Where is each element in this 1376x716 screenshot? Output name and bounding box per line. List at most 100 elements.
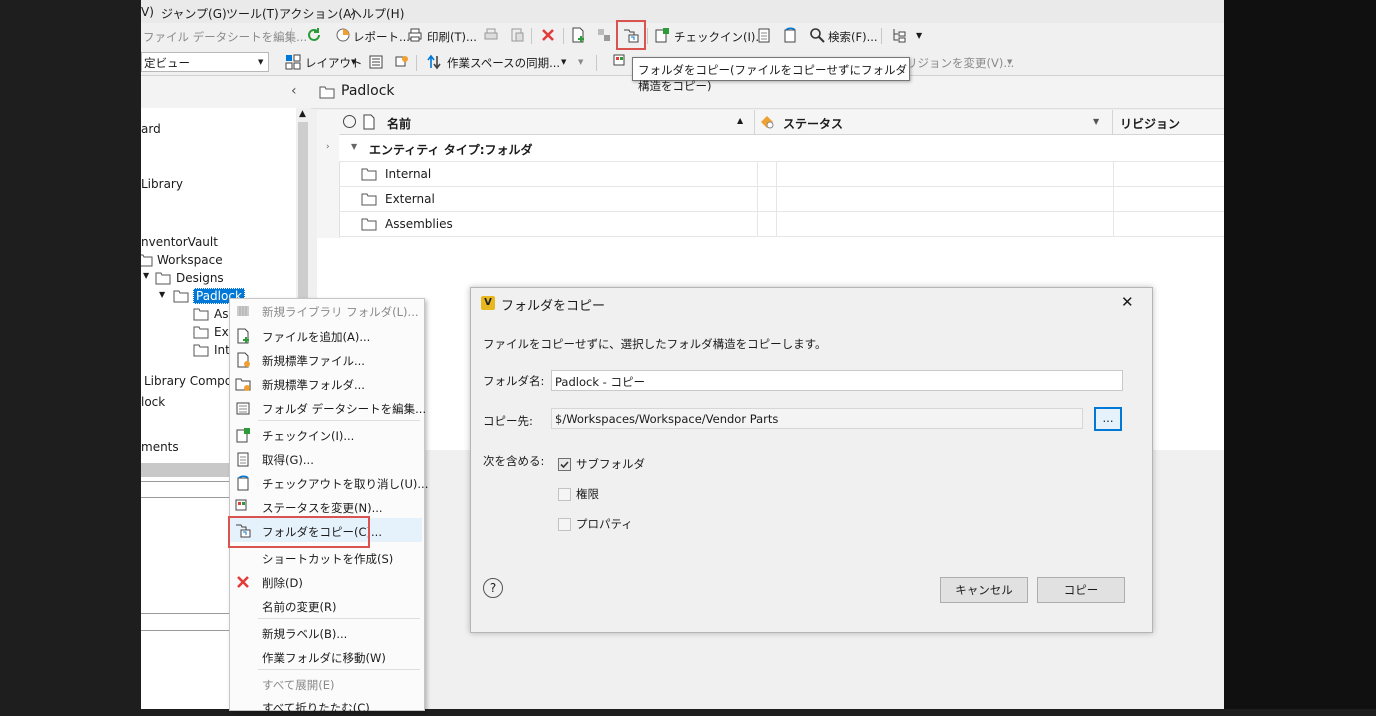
menu-jump[interactable]: ジャンプ(G) [161, 5, 227, 22]
menu-actions[interactable]: アクション(A) [279, 5, 356, 22]
chevron-down-icon[interactable]: ▼ [1007, 58, 1012, 66]
row-name: External [385, 192, 435, 206]
new-file-icon[interactable] [570, 27, 586, 43]
menu-item-undo-checkout[interactable]: チェックアウトを取り消し(U)... [262, 476, 428, 492]
menu-help[interactable]: ヘルプ(H) [350, 5, 404, 22]
column-divider[interactable] [1112, 110, 1113, 134]
menu-item-delete[interactable]: 削除(D) [262, 575, 303, 591]
menu-item-checkin[interactable]: チェックイン(I)... [262, 428, 354, 444]
column-divider [1113, 162, 1114, 237]
tree-item[interactable]: As [214, 307, 228, 321]
tree-icon[interactable] [891, 27, 907, 43]
menu-item-get[interactable]: 取得(G)... [262, 452, 314, 468]
chevron-down-icon[interactable]: ▼ [916, 31, 922, 40]
menu-item-expand-all[interactable]: すべて展開(E) [262, 677, 334, 693]
tree-item[interactable]: ments [141, 440, 179, 454]
menu-item-create-shortcut[interactable]: ショートカットを作成(S) [262, 551, 393, 567]
destination-field[interactable]: $/Workspaces/Workspace/Vendor Parts [551, 408, 1083, 429]
toolbar-separator [416, 55, 417, 71]
tree-item-workspace[interactable]: Workspace [157, 253, 223, 267]
tree-item[interactable]: Library [141, 177, 183, 191]
change-revision-button[interactable]: リジョンを変更(V)... [906, 55, 1014, 71]
delete-icon[interactable] [540, 27, 556, 43]
menu-bar: V) ジャンプ(G) ツール(T) アクション(A) ヘルプ(H) [141, 0, 1224, 24]
tree-item[interactable]: Library Compon [144, 374, 240, 388]
undo-checkout-icon[interactable] [782, 27, 798, 43]
folder-name-input[interactable]: Padlock - コピー [551, 370, 1123, 391]
menu-item-edit-folder-datasheet[interactable]: フォルダ データシートを編集... [262, 401, 426, 417]
sync-workspace-button[interactable]: 作業スペースの同期... [447, 55, 560, 71]
permissions-checkbox[interactable] [558, 488, 571, 501]
view-combo[interactable]: 定ビュー ▼ [141, 52, 269, 72]
menu-item-change-state[interactable]: ステータスを変更(N)... [262, 500, 383, 516]
table-row[interactable]: Assemblies [339, 212, 1224, 237]
include-label: 次を含める: [483, 454, 545, 468]
delete-icon [237, 576, 249, 588]
menu-item-new-library-folder[interactable]: 新規ライブラリ フォルダ(L)... [262, 304, 419, 320]
report-icon [336, 28, 350, 42]
menu-view[interactable]: V) [141, 5, 154, 19]
column-divider[interactable] [754, 110, 755, 134]
copy-button[interactable]: コピー [1037, 577, 1125, 603]
chevron-down-icon[interactable]: ▼ [159, 290, 165, 299]
properties-checkbox[interactable] [558, 518, 571, 531]
table-row[interactable]: Internal [339, 162, 1224, 187]
pane-splitter[interactable] [141, 463, 229, 477]
browse-button[interactable]: ... [1094, 407, 1122, 431]
checkin-button[interactable]: チェックイン(I)... [674, 29, 766, 45]
folder-icon [193, 308, 209, 321]
get-icon[interactable] [756, 27, 772, 43]
sort-up-icon[interactable]: ▲ [737, 116, 743, 125]
undo-checkout-icon [237, 475, 249, 491]
refresh-icon[interactable] [306, 27, 322, 43]
chevron-down-icon[interactable]: ▼ [1093, 117, 1099, 126]
subfolder-label[interactable]: サブフォルダ [576, 456, 645, 472]
report-button[interactable]: レポート... [353, 29, 410, 45]
permissions-label[interactable]: 権限 [576, 486, 599, 502]
chevron-down-icon[interactable]: ▼ [561, 58, 566, 66]
menu-item-new-label[interactable]: 新規ラベル(B)... [262, 626, 347, 642]
search-button[interactable]: 検索(F)... [828, 29, 878, 45]
column-header-revision[interactable]: リビジョン [1120, 115, 1180, 132]
tree-item[interactable]: nventorVault [141, 235, 218, 249]
menu-item-rename[interactable]: 名前の変更(R) [262, 599, 336, 615]
column-header-status[interactable]: ステータス [783, 115, 843, 132]
menu-item-new-standard-folder[interactable]: 新規標準フォルダ... [262, 377, 365, 393]
print-icon [408, 28, 422, 42]
move-icon[interactable] [596, 27, 612, 43]
column-header-name[interactable]: 名前 [387, 115, 411, 132]
page-setup-icon[interactable] [509, 27, 525, 43]
help-icon[interactable]: ? [483, 578, 503, 598]
chevron-down-icon[interactable]: ▼ [351, 142, 357, 151]
list-icon[interactable] [368, 54, 384, 70]
edit-datasheet-button[interactable]: ファイル データシートを編集... [143, 29, 307, 45]
menu-item-new-standard-file[interactable]: 新規標準ファイル... [262, 353, 365, 369]
properties-label[interactable]: プロパティ [576, 516, 633, 532]
chevron-down-icon[interactable]: ▼ [143, 271, 149, 280]
cancel-button[interactable]: キャンセル [940, 577, 1028, 603]
expand-arrow-icon[interactable]: › [326, 142, 330, 152]
breadcrumb[interactable]: Padlock [341, 83, 395, 99]
back-chevron-icon[interactable]: ‹ [291, 83, 297, 99]
print-preview-icon[interactable] [483, 27, 499, 43]
thumbnail-icon[interactable] [394, 54, 410, 70]
menu-item-add-file[interactable]: ファイルを追加(A)... [262, 329, 370, 345]
tree-item[interactable]: ard [141, 122, 161, 136]
menu-tools[interactable]: ツール(T) [226, 5, 279, 22]
divider [141, 613, 229, 614]
tree-item-designs[interactable]: Designs [176, 271, 224, 285]
menu-item-collapse-all[interactable]: すべて折りたたむ(C) [262, 700, 370, 716]
close-icon[interactable]: ✕ [1121, 293, 1134, 311]
column-divider [757, 162, 758, 237]
chevron-down-icon[interactable]: ▼ [578, 58, 583, 66]
subfolder-checkbox[interactable] [558, 458, 571, 471]
chevron-down-icon[interactable]: ▼ [351, 58, 356, 66]
tree-item[interactable]: lock [141, 395, 165, 409]
table-row[interactable]: External [339, 187, 1224, 212]
tree-item[interactable]: Int [214, 343, 230, 357]
group-row[interactable]: ▼ エンティティ タイプ:フォルダ [339, 135, 1224, 162]
change-state-icon[interactable] [613, 54, 629, 70]
menu-item-go-to-working-folder[interactable]: 作業フォルダに移動(W) [262, 650, 386, 666]
chevron-up-icon[interactable]: ▲ [299, 109, 306, 119]
print-button[interactable]: 印刷(T)... [427, 29, 477, 45]
